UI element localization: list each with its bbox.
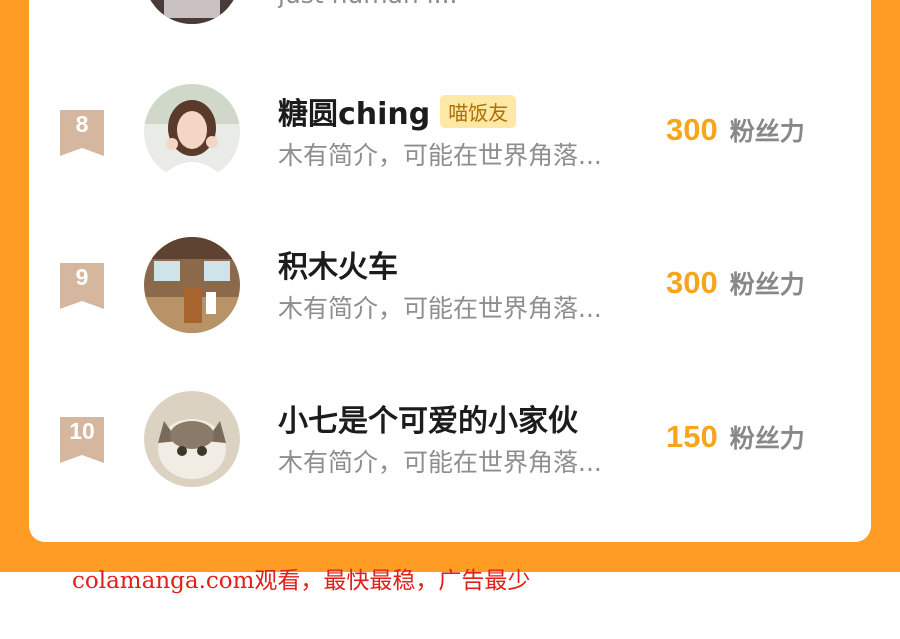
name-line: 积木火车: [278, 242, 398, 286]
partial-bio: just human i...: [278, 0, 648, 9]
name-line: 糖圆ching 喵饭友: [278, 89, 517, 133]
watermark-text: colamanga.com观看，最快最稳，广告最少: [72, 568, 531, 594]
rank-badge: 10: [60, 417, 104, 463]
score-unit: 粉丝力: [729, 424, 805, 453]
list-item[interactable]: 8 糖圆ching 喵饭友 木有简介，可能在世界角落... 300 粉丝力: [29, 82, 871, 182]
avatar[interactable]: [144, 84, 240, 180]
rank-number: 10: [69, 418, 95, 444]
rank-number: 8: [75, 111, 89, 137]
user-name[interactable]: 小七是个可爱的小家伙: [278, 396, 578, 440]
ranking-card: just human i... 8 糖圆ching 喵饭友 木有简介，可能在世界…: [29, 0, 871, 542]
fan-power-score: 300 粉丝力: [666, 112, 805, 148]
list-item[interactable]: 10 小七是个可爱的小家伙 木有简介，可能在世界角落... 150 粉丝力: [29, 389, 871, 489]
rank-badge: 9: [60, 263, 104, 309]
score-value: 300: [666, 265, 718, 300]
score-value: 300: [666, 112, 718, 147]
user-bio: 木有简介，可能在世界角落...: [278, 141, 602, 170]
fan-tag-badge: 喵饭友: [440, 94, 517, 128]
score-unit: 粉丝力: [729, 270, 805, 299]
avatar[interactable]: [144, 237, 240, 333]
user-name[interactable]: 积木火车: [278, 242, 398, 286]
fan-power-score: 150 粉丝力: [666, 419, 805, 455]
score-unit: 粉丝力: [729, 117, 805, 146]
fan-power-score: 300 粉丝力: [666, 265, 805, 301]
user-bio: 木有简介，可能在世界角落...: [278, 294, 602, 323]
score-value: 150: [666, 419, 718, 454]
list-item[interactable]: 9 积木火车 木有简介，可能在世界角落... 300 粉丝力: [29, 235, 871, 335]
rank-badge: 8: [60, 110, 104, 156]
user-name[interactable]: 糖圆ching: [278, 89, 430, 133]
avatar[interactable]: [144, 0, 240, 24]
user-bio: 木有简介，可能在世界角落...: [278, 448, 602, 477]
name-line: 小七是个可爱的小家伙: [278, 396, 578, 440]
rank-number: 9: [75, 264, 89, 290]
avatar[interactable]: [144, 391, 240, 487]
